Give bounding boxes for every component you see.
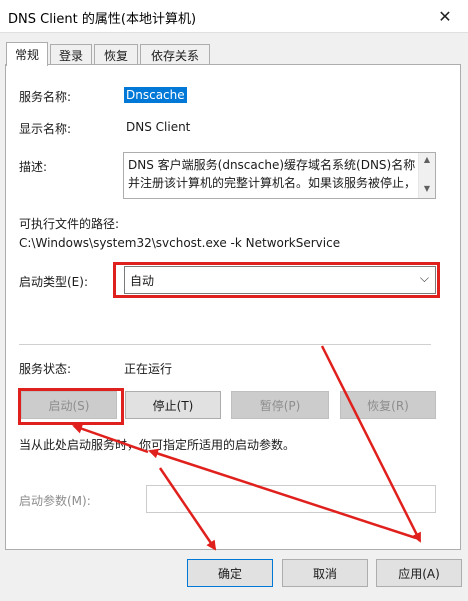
arrow-to-hint	[148, 448, 417, 540]
arrow-to-ok	[158, 467, 217, 551]
tab-general[interactable]: 常规	[6, 42, 48, 66]
annotation-arrows	[72, 345, 422, 551]
arrow-to-start	[72, 423, 149, 454]
